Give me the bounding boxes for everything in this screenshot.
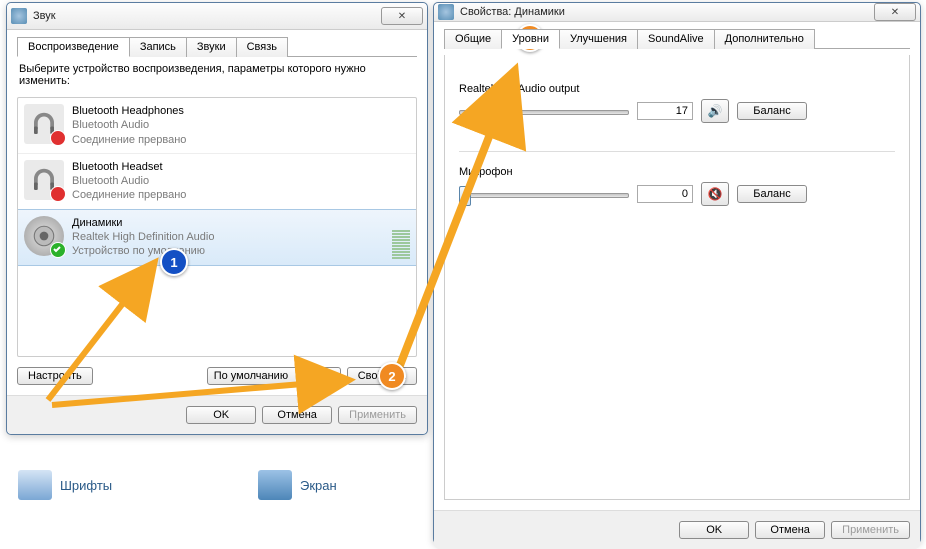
titlebar[interactable]: Свойства: Динамики ✕ [434,3,920,22]
tab-advanced[interactable]: Дополнительно [714,29,815,49]
device-sub: Bluetooth Audio [72,174,410,188]
status-badge-error [50,186,66,202]
level-meter [392,216,410,259]
configure-button[interactable]: Настроить [17,367,93,385]
device-name: Динамики [72,216,392,230]
device-name: Bluetooth Headphones [72,104,410,118]
tab-sounds[interactable]: Звуки [186,37,237,57]
ok-button[interactable]: OK [679,521,749,539]
tab-enhancements[interactable]: Улучшения [559,29,638,49]
device-item[interactable]: Bluetooth Headphones Bluetooth Audio Сое… [18,98,416,154]
annotation-1: 1 [160,248,188,276]
headphones-icon [24,104,64,144]
device-status: Соединение прервано [72,133,410,147]
close-button[interactable]: ✕ [381,7,423,25]
level-label: Микрофон [459,166,895,178]
slider-thumb[interactable] [459,186,471,206]
window-title: Свойства: Динамики [460,6,874,18]
volume-slider[interactable] [459,101,629,121]
annotation-2: 2 [378,362,406,390]
mute-button[interactable]: 🔊 [701,99,729,123]
slider-thumb[interactable] [488,103,500,123]
apply-button[interactable]: Применить [338,406,417,424]
properties-dialog: Свойства: Динамики ✕ Общие Уровни Улучше… [433,2,921,544]
level-value[interactable]: 17 [637,102,693,120]
screen-icon [258,470,292,500]
device-status: Соединение прервано [72,188,410,202]
device-sub: Realtek High Definition Audio [72,230,392,244]
balance-button[interactable]: Баланс [737,102,807,120]
device-name: Bluetooth Headset [72,160,410,174]
default-combo[interactable]: По умолчанию [207,367,341,385]
volume-slider[interactable] [459,184,629,204]
sound-dialog: Звук ✕ Воспроизведение Запись Звуки Связ… [6,2,428,435]
mute-button[interactable]: 🔇 [701,182,729,206]
speaker-on-icon: 🔊 [708,104,723,118]
speaker-muted-icon: 🔇 [708,187,723,201]
sound-icon [11,8,27,24]
tab-general[interactable]: Общие [444,29,502,49]
ok-button[interactable]: OK [186,406,256,424]
device-sub: Bluetooth Audio [72,118,410,132]
tab-communications[interactable]: Связь [236,37,288,57]
speaker-icon [24,216,64,256]
tabs: Общие Уровни Улучшения SoundAlive Дополн… [444,28,910,49]
level-group-mic: Микрофон 0 🔇 Баланс [459,166,895,206]
fonts-icon [18,470,52,500]
status-badge-ok [50,242,66,258]
tab-recording[interactable]: Запись [129,37,187,57]
instruction-text: Выберите устройство воспроизведения, пар… [19,63,415,87]
titlebar[interactable]: Звук ✕ [7,3,427,30]
status-badge-error [50,130,66,146]
device-item[interactable]: Bluetooth Headset Bluetooth Audio Соедин… [18,154,416,210]
tab-levels[interactable]: Уровни [501,29,560,49]
speaker-icon [438,4,454,20]
window-title: Звук [33,10,381,22]
slider-track [459,110,629,115]
headset-icon [24,160,64,200]
desktop-label: Экран [300,478,337,493]
device-status: Устройство по умолчанию [72,244,392,258]
desktop-label: Шрифты [60,478,112,493]
slider-track [459,193,629,198]
balance-button[interactable]: Баланс [737,185,807,203]
close-button[interactable]: ✕ [874,3,916,21]
device-item-selected[interactable]: Динамики Realtek High Definition Audio У… [17,209,417,266]
cancel-button[interactable]: Отмена [755,521,825,539]
tabs: Воспроизведение Запись Звуки Связь [17,36,417,57]
desktop-icon-fonts[interactable]: Шрифты [18,470,112,500]
device-list: Bluetooth Headphones Bluetooth Audio Сое… [17,97,417,357]
tab-playback[interactable]: Воспроизведение [17,37,130,57]
cancel-button[interactable]: Отмена [262,406,332,424]
level-group-output: Realtek HD Audio output 17 🔊 Баланс [459,83,895,123]
tab-soundalive[interactable]: SoundAlive [637,29,715,49]
level-label: Realtek HD Audio output [459,83,895,95]
apply-button[interactable]: Применить [831,521,910,539]
level-value[interactable]: 0 [637,185,693,203]
desktop-icon-screen[interactable]: Экран [258,470,337,500]
